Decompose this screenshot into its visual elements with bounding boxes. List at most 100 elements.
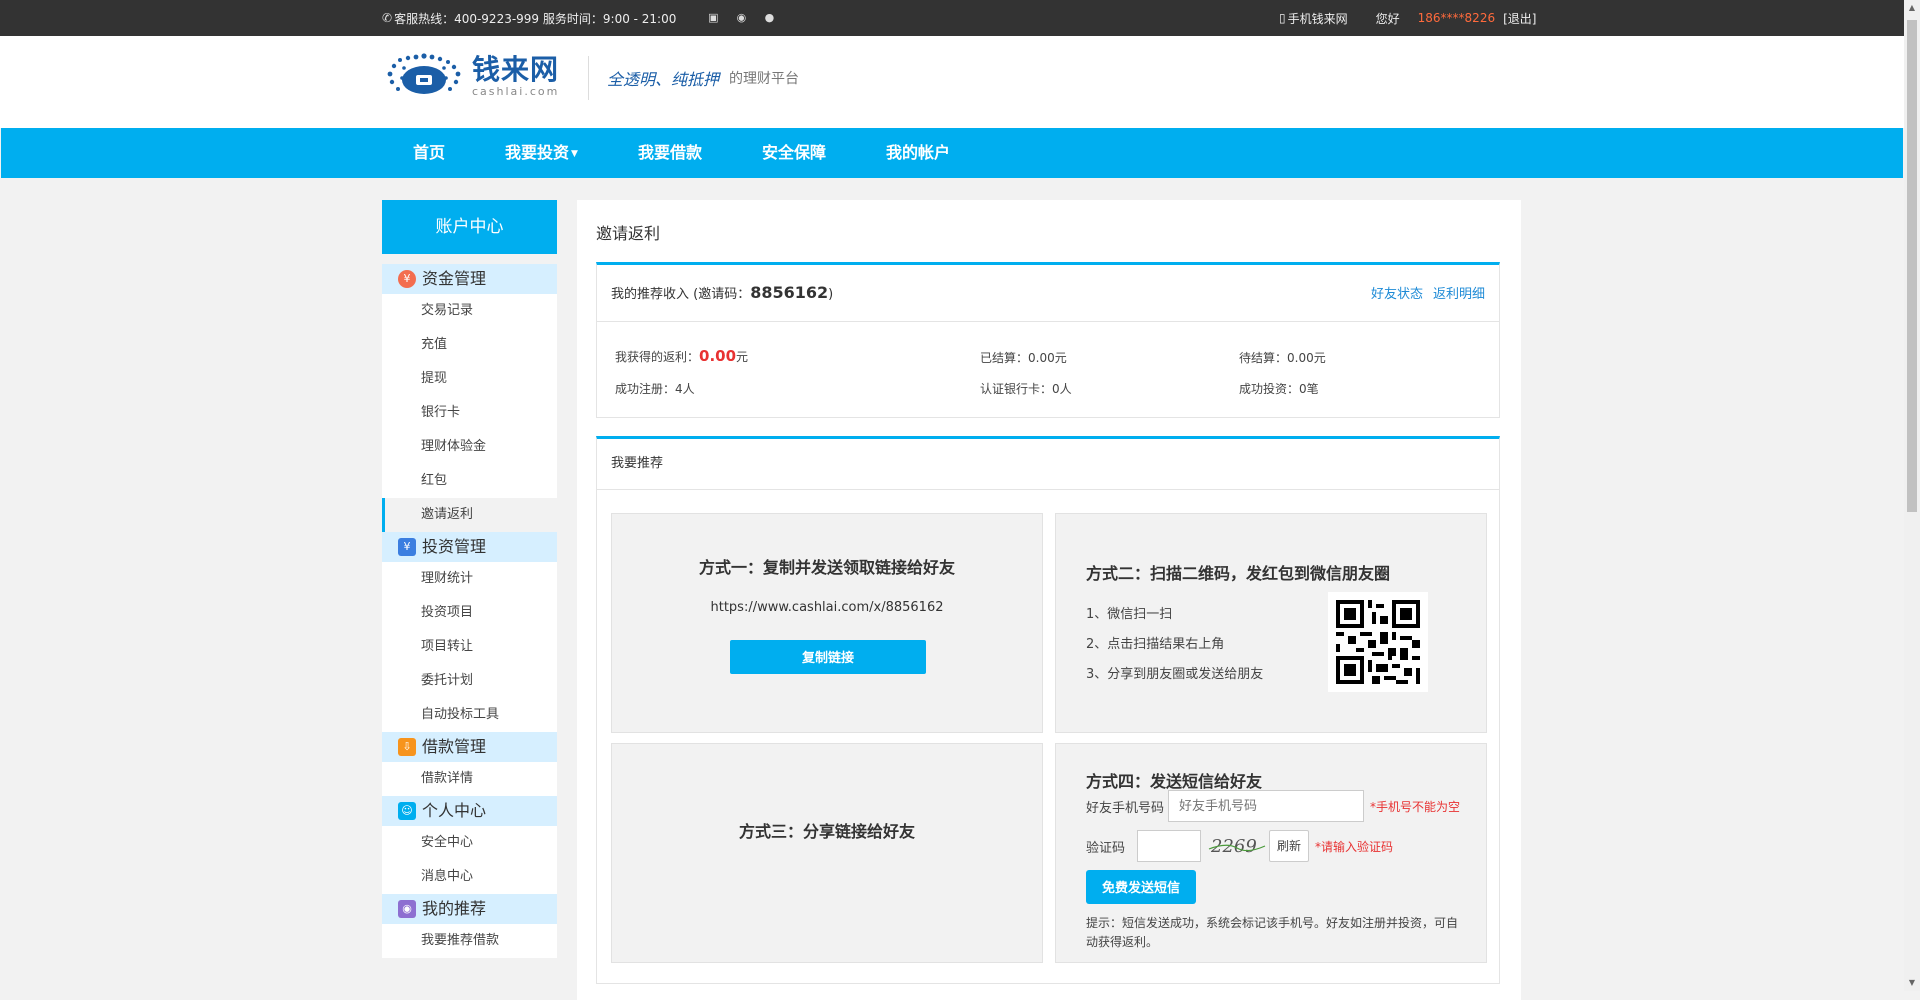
sidebar-group-personal: ☺ 个人中心 安全中心 消息中心: [382, 796, 557, 894]
sms-tip: 提示：短信发送成功，系统会标记该手机号。好友如注册并投资，可自动获得返利。: [1086, 916, 1459, 949]
nav-security[interactable]: 安全保障: [732, 128, 856, 178]
sidebar-title: 账户中心: [382, 200, 557, 254]
phone-row: 好友手机号码 *手机号不能为空: [1086, 790, 1460, 822]
mobile-site-label: 手机钱来网: [1287, 11, 1348, 26]
scroll-down-icon[interactable]: ▼: [1904, 975, 1920, 991]
qr-code-icon: [1328, 592, 1428, 692]
slogan-suffix: 的理财平台: [729, 71, 800, 87]
group-label: 资金管理: [422, 269, 487, 288]
captcha-input[interactable]: [1137, 830, 1202, 862]
group-label: 个人中心: [422, 801, 487, 820]
bank-verified-count: 认证银行卡：0人: [980, 382, 1072, 396]
phone-error: *手机号不能为空: [1370, 799, 1461, 814]
sidebar-item-withdraw[interactable]: 提现: [382, 362, 557, 396]
sidebar-item-transfer[interactable]: 项目转让: [382, 630, 557, 664]
sidebar-item-red-packet[interactable]: 红包: [382, 464, 557, 498]
sidebar-item-projects[interactable]: 投资项目: [382, 596, 557, 630]
way3-title: 方式三：分享链接给好友: [738, 822, 915, 841]
sidebar-item-recharge[interactable]: 充值: [382, 328, 557, 362]
sidebar-item-stats[interactable]: 理财统计: [382, 562, 557, 596]
send-sms-button[interactable]: 免费发送短信: [1086, 870, 1196, 904]
sidebar-item-refer-loan[interactable]: 我要推荐借款: [382, 924, 557, 958]
slogan: 全透明、纯抵押 的理财平台: [588, 56, 799, 100]
pending-amount: 待结算：0.00元: [1239, 351, 1326, 365]
sidebar-item-invite-rebate[interactable]: 邀请返利: [382, 498, 557, 532]
sidebar-group-title: ⇩ 借款管理: [382, 732, 557, 762]
way4-title: 方式四：发送短信给好友: [1086, 772, 1263, 791]
sidebar-item-plan[interactable]: 委托计划: [382, 664, 557, 698]
scrollbar-thumb[interactable]: [1907, 20, 1917, 512]
income-label: 我的推荐收入 (邀请码：8856162): [611, 283, 833, 302]
user-icon: ☺: [398, 802, 416, 820]
rebate-detail-link[interactable]: 返利明细: [1433, 283, 1485, 302]
friend-status-link[interactable]: 好友状态: [1371, 283, 1423, 302]
scroll-up-icon[interactable]: ▲: [1904, 0, 1920, 16]
income-box: 我的推荐收入 (邀请码：8856162) 好友状态 返利明细 我获得的返利：0.…: [596, 262, 1500, 418]
nav-account[interactable]: 我的帐户: [856, 128, 980, 178]
way3-panel: 方式三：分享链接给好友: [611, 743, 1043, 963]
way2-title: 方式二：扫描二维码，发红包到微信朋友圈: [1086, 564, 1391, 583]
mobile-icon[interactable]: ▣: [706, 11, 720, 25]
mobile-site-link[interactable]: ▯ 手机钱来网: [1279, 10, 1348, 27]
step-3: 3、分享到朋友圈或发送给朋友: [1086, 667, 1264, 682]
captcha-image[interactable]: 2269: [1207, 830, 1267, 862]
rebate-unit: 元: [736, 350, 749, 364]
way2-steps: 1、微信扫一扫 2、点击扫描结果右上角 3、分享到朋友圈或发送给朋友: [1086, 600, 1263, 690]
sidebar-item-transactions[interactable]: 交易记录: [382, 294, 557, 328]
way2-panel: 方式二：扫描二维码，发红包到微信朋友圈 1、微信扫一扫 2、点击扫描结果右上角 …: [1055, 513, 1487, 733]
nav-home-label: 首页: [413, 143, 446, 162]
sidebar-item-bank-card[interactable]: 银行卡: [382, 396, 557, 430]
nav-invest[interactable]: 我要投资 ▼: [475, 128, 608, 178]
users-icon: ◉: [398, 900, 416, 918]
rebate-earned: 我获得的返利：0.00元: [615, 347, 748, 365]
way1-panel: 方式一：复制并发送领取链接给好友 https://www.cashlai.com…: [611, 513, 1043, 733]
sidebar-group-title: ¥ 投资管理: [382, 532, 557, 562]
sidebar-item-loan-detail[interactable]: 借款详情: [382, 762, 557, 796]
site-logo[interactable]: 钱来网 cashlai.com: [382, 50, 559, 102]
nav-account-label: 我的帐户: [885, 143, 950, 162]
recommend-box: 我要推荐 方式一：复制并发送领取链接给好友 https://www.cashla…: [596, 436, 1500, 984]
greeting: 您好: [1375, 11, 1400, 26]
phone-label: 好友手机号码: [1086, 800, 1165, 816]
sidebar-item-messages[interactable]: 消息中心: [382, 860, 557, 894]
vertical-scrollbar[interactable]: ▲ ▼: [1904, 0, 1920, 991]
friend-phone-input[interactable]: [1168, 790, 1365, 822]
download-icon: ⇩: [398, 738, 416, 756]
invite-url[interactable]: https://www.cashlai.com/x/8856162: [612, 600, 1042, 615]
yen-icon: ¥: [398, 538, 416, 556]
captcha-row: 验证码 2269 刷新 *请输入验证码: [1086, 830, 1393, 862]
group-label: 借款管理: [422, 737, 487, 756]
group-label: 投资管理: [422, 537, 487, 556]
sidebar-group-title: ☺ 个人中心: [382, 796, 557, 826]
sidebar-item-security-center[interactable]: 安全中心: [382, 826, 557, 860]
nav-borrow[interactable]: 我要借款: [608, 128, 732, 178]
registered-count: 成功注册：4人: [615, 382, 695, 396]
user-phone-link[interactable]: 186****8226: [1418, 11, 1495, 25]
captcha-label: 验证码: [1086, 840, 1126, 856]
rebate-value: 0.00: [699, 347, 737, 365]
sidebar-group-loans: ⇩ 借款管理 借款详情: [382, 732, 557, 796]
main-nav: 首页 我要投资 ▼ 我要借款 安全保障 我的帐户: [1, 128, 1903, 178]
refresh-captcha-button[interactable]: 刷新: [1269, 830, 1310, 862]
weibo-icon[interactable]: ◉: [734, 11, 748, 25]
copy-link-button[interactable]: 复制链接: [730, 640, 926, 674]
sidebar-item-trial-fund[interactable]: 理财体验金: [382, 430, 557, 464]
site-header: [0, 36, 1904, 128]
group-label: 我的推荐: [422, 899, 487, 918]
sidebar-group-funds: ¥ 资金管理 交易记录 充值 提现 银行卡 理财体验金 红包 邀请返利: [382, 264, 557, 532]
hotline-text: 客服热线：400-9223-999 服务时间：9:00 - 21:00: [394, 11, 677, 26]
sidebar-item-auto-bid[interactable]: 自动投标工具: [382, 698, 557, 732]
invite-code: 8856162: [750, 283, 829, 302]
nav-borrow-label: 我要借款: [637, 143, 702, 162]
chevron-down-icon: ▼: [571, 148, 578, 159]
wechat-icon[interactable]: ●: [762, 11, 776, 25]
slogan-text: 全透明、纯抵押: [607, 70, 720, 89]
logout-link[interactable]: [退出]: [1503, 10, 1536, 27]
settled-amount: 已结算：0.00元: [980, 351, 1067, 365]
sidebar-group-invest: ¥ 投资管理 理财统计 投资项目 项目转让 委托计划 自动投标工具: [382, 532, 557, 732]
recommend-title: 我要推荐: [597, 439, 1499, 490]
way4-panel: 方式四：发送短信给好友 好友手机号码 *手机号不能为空 验证码 2269 刷新 …: [1055, 743, 1487, 963]
nav-home[interactable]: 首页: [383, 128, 475, 178]
step-1: 1、微信扫一扫: [1086, 607, 1173, 622]
nav-security-label: 安全保障: [761, 143, 826, 162]
